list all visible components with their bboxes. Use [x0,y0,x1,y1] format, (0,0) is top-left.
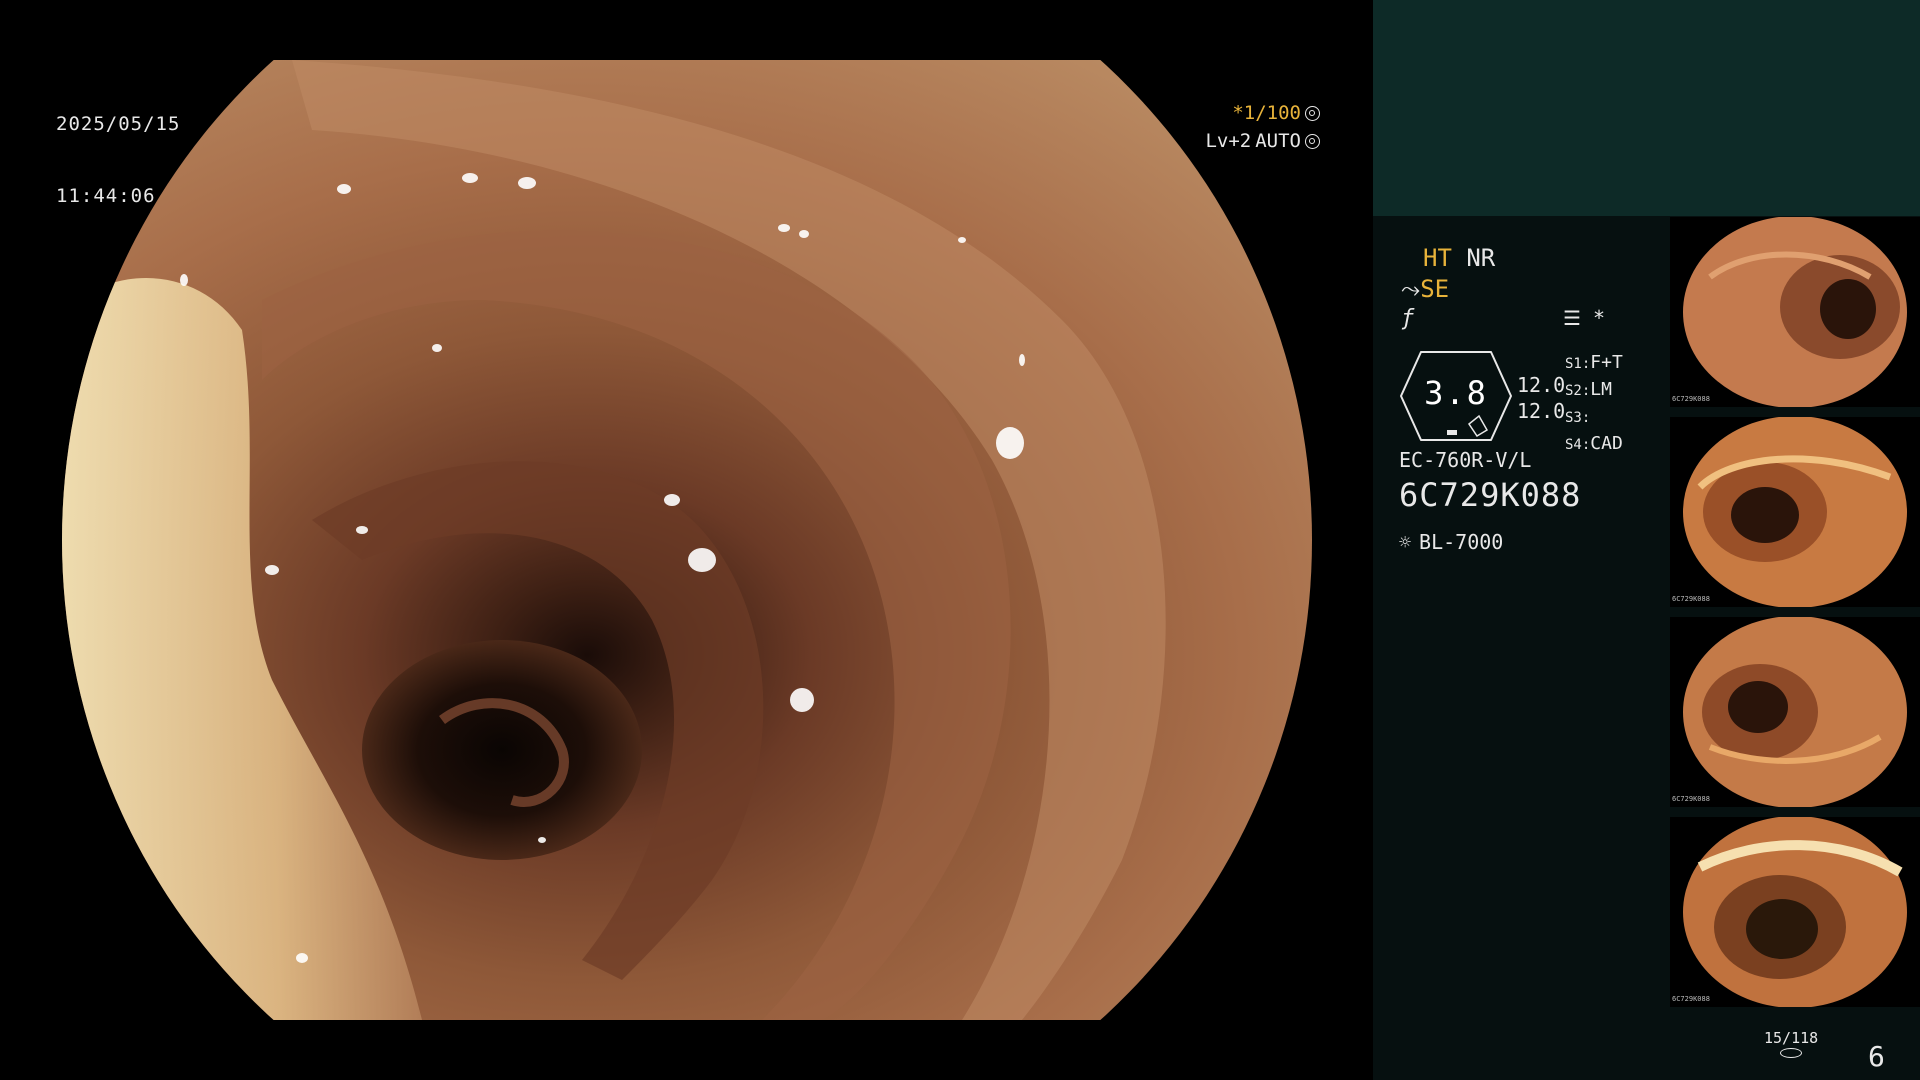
scope-model: EC-760R-V/L [1399,448,1532,472]
function-icon: ƒ [1401,306,1415,331]
asterisk-text: * [1592,306,1606,330]
settings-icon-row: ☰ * [1563,306,1605,330]
captured-thumbnail-3[interactable]: 6C729K088 [1670,617,1920,807]
thumbnail-2-caption: 6C729K088 [1672,595,1710,603]
shutter-speed-text: *1/100 [1232,102,1301,124]
switch-setting-1: S1:F+T [1565,352,1623,373]
gauge-number-1: 12.0 [1517,373,1566,397]
captured-thumbnail-4[interactable]: 6C729K088 [1670,817,1920,1007]
scope-serial: 6C729K088 [1399,476,1582,514]
mode-text: AUTO [1255,130,1301,152]
switch-setting-4: S4:CAD [1565,433,1623,454]
time-text: 11:44:06 [56,185,156,207]
panel-header-area [1373,0,1920,216]
light-source-label: BL-7000 [1419,530,1504,554]
image-counter: 15/118 [1764,1030,1818,1058]
se-row: ⤳SE [1401,275,1449,303]
image-counter-text: 15/118 [1764,1029,1819,1047]
date-time-overlay: 2025/05/15 11:44:06 [56,64,180,256]
switch-setting-3: S3: [1565,410,1591,426]
ht-nr-row: HT NR [1423,244,1495,272]
switch-setting-2: S2:LM [1565,379,1612,400]
structure-enhance-icon: ⤳ [1401,275,1421,303]
captured-thumbnail-2[interactable]: 6C729K088 [1670,417,1920,607]
endoscopy-screen: 2025/05/15 11:44:06 *1/100 Lv+2 AUTO HT … [0,0,1920,1080]
gauge-numbers: 12.0 12.0 [1517,372,1565,424]
nr-label: NR [1466,244,1496,272]
scope-switch-settings: S1:F+T S2:LM S3: S4:CAD [1565,350,1623,458]
endoscope-live-image [62,60,1312,1020]
captured-thumbnail-1[interactable]: 6C729K088 [1670,217,1920,407]
auto-mode-icon [1305,133,1320,149]
light-source-row: ☼ BL-7000 [1399,530,1503,554]
date-text: 2025/05/15 [56,113,181,135]
gauge-value: 3.8 [1424,374,1488,412]
exposure-overlay: *1/100 Lv+2 AUTO [1205,99,1320,155]
thumbnail-4-caption: 6C729K088 [1672,995,1710,1003]
gauge-number-2: 12.0 [1517,399,1566,423]
se-label: SE [1420,275,1450,303]
memo-icon: ☰ [1563,306,1581,330]
thumbnail-1-caption: 6C729K088 [1672,395,1710,403]
lamp-icon: ☼ [1399,530,1412,554]
thumbnail-3-caption: 6C729K088 [1672,795,1710,803]
level-text: Lv+2 [1205,130,1252,152]
shutter-icon [1305,105,1320,121]
storage-disk-icon [1780,1048,1803,1058]
page-number: 6 [1868,1040,1885,1073]
ht-label: HT [1423,244,1452,272]
